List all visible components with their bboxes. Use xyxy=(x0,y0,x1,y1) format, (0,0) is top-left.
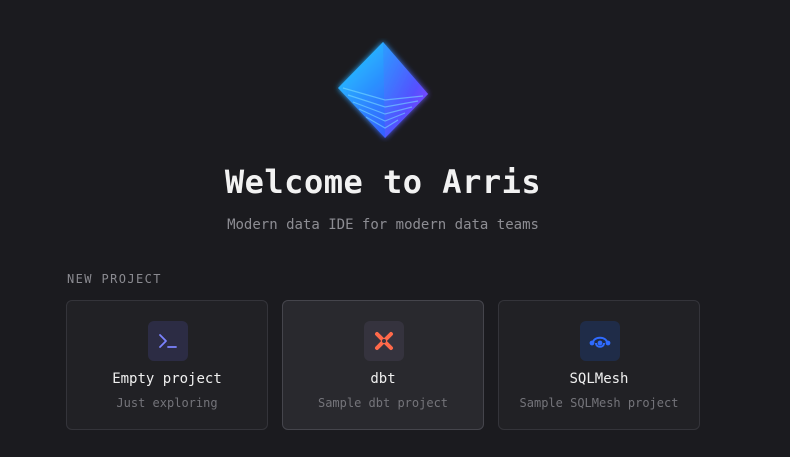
card-description: Sample dbt project xyxy=(317,396,449,410)
sqlmesh-project-card[interactable]: SQLMesh Sample SQLMesh project xyxy=(498,300,700,430)
card-title: Empty project xyxy=(112,371,222,387)
empty-project-card[interactable]: Empty project Just exploring xyxy=(66,300,268,430)
card-description: Just exploring xyxy=(116,396,218,410)
card-title: SQLMesh xyxy=(569,371,629,387)
dbt-icon xyxy=(364,321,404,361)
sqlmesh-icon xyxy=(580,321,620,361)
welcome-subtitle: Modern data IDE for modern data teams xyxy=(227,217,539,233)
welcome-title: Welcome to Arris xyxy=(224,163,542,201)
dbt-project-card[interactable]: dbt Sample dbt project xyxy=(282,300,484,430)
terminal-icon xyxy=(148,321,188,361)
arris-logo-icon xyxy=(338,42,428,138)
new-project-label: NEW PROJECT xyxy=(67,272,162,286)
card-description: Sample SQLMesh project xyxy=(519,396,679,410)
card-title: dbt xyxy=(370,371,396,387)
